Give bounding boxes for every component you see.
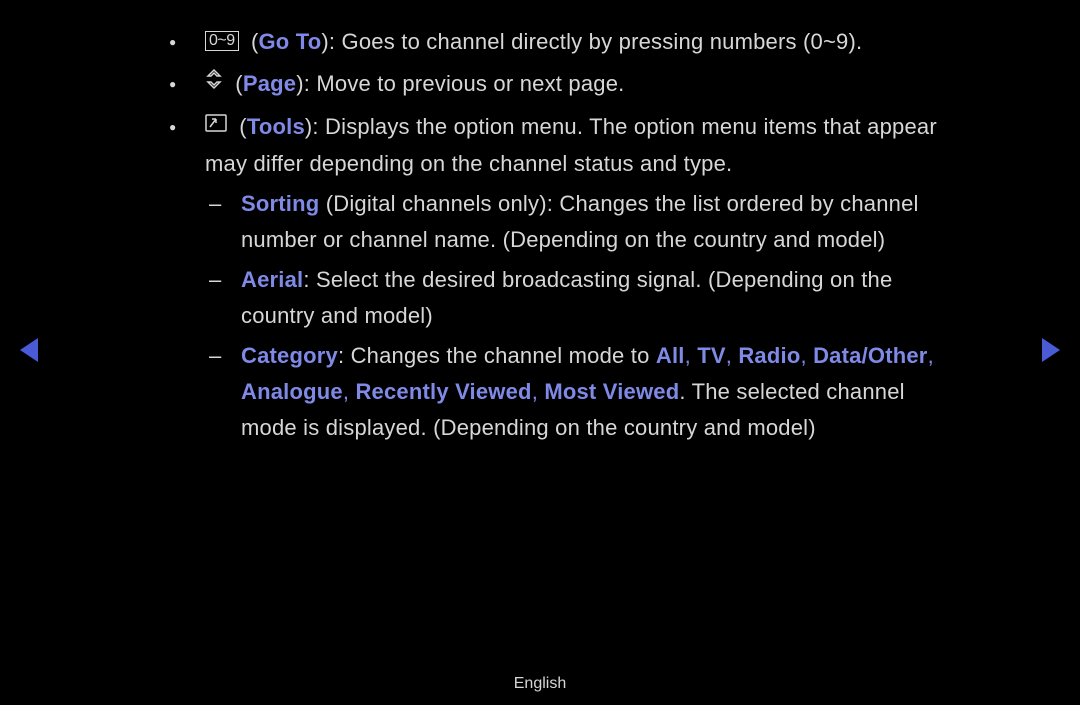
key-go-to: Go To: [258, 29, 321, 54]
mode-most-viewed: Most Viewed: [544, 379, 679, 404]
sub-sorting: Sorting (Digital channels only): Changes…: [205, 186, 1025, 258]
mode-recently-viewed: Recently Viewed: [355, 379, 531, 404]
desc-go-to: ): Goes to channel directly by pressing …: [321, 29, 862, 54]
key-aerial: Aerial: [241, 267, 303, 292]
key-category: Category: [241, 343, 338, 368]
sub-aerial: Aerial: Select the desired broadcasting …: [205, 262, 1025, 334]
tools-icon: [205, 108, 227, 144]
cat-tail-b: mode is displayed. (Depending on the cou…: [241, 415, 816, 440]
comma-3: ,: [800, 343, 813, 368]
item-go-to: 0~9 (Go To): Goes to channel directly by…: [165, 24, 1025, 60]
comma-6: ,: [532, 379, 545, 404]
item-page: (Page): Move to previous or next page.: [165, 66, 1025, 103]
nav-next-button[interactable]: [1042, 338, 1060, 362]
desc-tools-b: may differ depending on the channel stat…: [205, 151, 732, 176]
mode-data-other: Data/Other: [813, 343, 927, 368]
sub-category: Category: Changes the channel mode to Al…: [205, 338, 1025, 446]
cat-a: : Changes the channel mode to: [338, 343, 656, 368]
footer-language: English: [0, 675, 1080, 693]
aerial-b: country and model): [241, 303, 433, 328]
sorting-a: (Digital channels only): Changes the lis…: [319, 191, 918, 216]
comma-4: ,: [928, 343, 934, 368]
comma-1: ,: [685, 343, 698, 368]
cat-tail-a: . The selected channel: [679, 379, 904, 404]
key-sorting: Sorting: [241, 191, 319, 216]
desc-tools-a: ): Displays the option menu. The option …: [305, 114, 937, 139]
updown-icon: [205, 65, 223, 101]
nav-prev-button[interactable]: [20, 338, 38, 362]
numpad-icon: 0~9: [205, 31, 239, 51]
desc-page: ): Move to previous or next page.: [296, 71, 624, 96]
help-content: 0~9 (Go To): Goes to channel directly by…: [165, 24, 1025, 452]
mode-tv: TV: [697, 343, 726, 368]
sorting-b: number or channel name. (Depending on th…: [241, 227, 885, 252]
key-tools: Tools: [247, 114, 305, 139]
comma-2: ,: [726, 343, 739, 368]
comma-5: ,: [343, 379, 356, 404]
item-tools: (Tools): Displays the option menu. The o…: [165, 109, 1025, 446]
mode-radio: Radio: [738, 343, 800, 368]
aerial-a: : Select the desired broadcasting signal…: [303, 267, 892, 292]
mode-analogue: Analogue: [241, 379, 343, 404]
mode-all: All: [656, 343, 685, 368]
key-page: Page: [243, 71, 296, 96]
